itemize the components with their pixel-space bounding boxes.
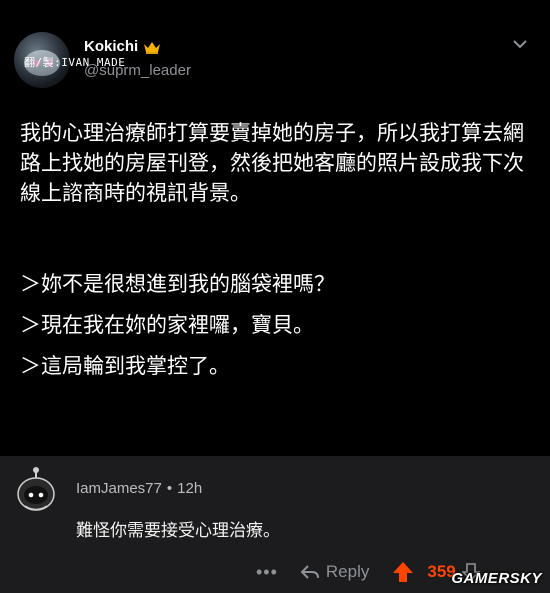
more-options-button[interactable]: ••• bbox=[256, 562, 278, 583]
watermark-logo: GAMERSKY bbox=[451, 570, 542, 587]
reply-button[interactable]: Reply bbox=[300, 562, 369, 582]
comment-text: 難怪你需要接受心理治療。 bbox=[76, 521, 280, 541]
post-quotes: ＞妳不是很想進到我的腦袋裡嗎？ ＞現在我在妳的家裡囉，寶貝。 ＞這局輪到我掌控了… bbox=[20, 272, 530, 395]
author-handle[interactable]: @suprm_leader bbox=[84, 62, 191, 79]
author-name-label: Kokichi bbox=[84, 38, 139, 55]
commenter-avatar-icon[interactable] bbox=[16, 464, 56, 514]
comment-username[interactable]: IamJames77 bbox=[76, 480, 162, 497]
quote-line: ＞妳不是很想進到我的腦袋裡嗎？ bbox=[20, 272, 335, 296]
comment-card: IamJames77 • 12h 難怪你需要接受心理治療。 ••• Reply 35… bbox=[0, 456, 550, 593]
reply-label: Reply bbox=[325, 562, 370, 581]
comment-time: 12h bbox=[177, 480, 203, 497]
meta-separator: • bbox=[166, 480, 173, 497]
comment-actions: ••• Reply 359 bbox=[256, 556, 480, 588]
reply-arrow-icon bbox=[300, 565, 319, 579]
comment-meta: IamJames77 • 12h bbox=[76, 480, 202, 497]
upvote-icon[interactable] bbox=[391, 560, 415, 584]
quote-line: ＞現在我在妳的家裡囉，寶貝。 bbox=[20, 313, 314, 337]
quote-line: ＞這局輪到我掌控了。 bbox=[20, 354, 230, 378]
author-name[interactable]: Kokichi bbox=[84, 38, 161, 55]
chevron-down-icon[interactable] bbox=[510, 36, 530, 52]
crown-icon bbox=[144, 41, 161, 54]
post-body: 我的心理治療師打算要賣掉她的房子，所以我打算去網路上找她的房屋刊登，然後把她客廳… bbox=[20, 121, 524, 205]
post-card: Kokichi 翻/製:IVAN MADE @suprm_leader 我的心理… bbox=[0, 0, 550, 456]
